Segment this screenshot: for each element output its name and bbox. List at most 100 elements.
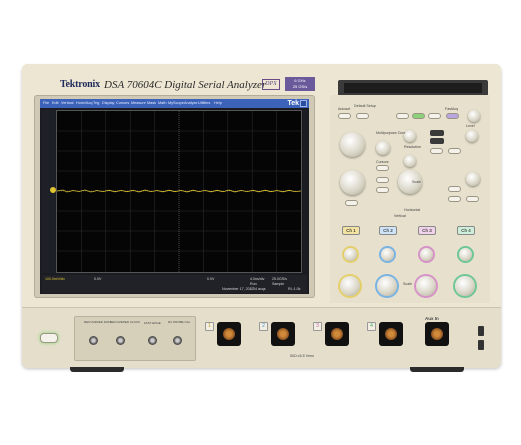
autoset-button[interactable]	[338, 113, 351, 119]
menu-measure[interactable]: Measure	[131, 99, 146, 108]
date-readout: November 17, 2017	[222, 287, 254, 291]
menu-utilities[interactable]: Utilities	[198, 99, 210, 108]
ch3-number: 3	[313, 322, 322, 331]
ch2-position-knob[interactable]	[381, 248, 394, 261]
brand-logo: Tektronix	[60, 79, 100, 90]
record-length-readout: RL:1.0k	[288, 287, 301, 291]
disc-drive-slot[interactable]	[344, 83, 482, 93]
ch1-scale-knob[interactable]	[340, 276, 360, 296]
ch3-position-knob[interactable]	[420, 248, 433, 261]
default-setup-button[interactable]	[356, 113, 369, 119]
resolution-knob[interactable]	[404, 155, 416, 167]
menu-myscope[interactable]: MyScope	[168, 99, 184, 108]
cursors-button[interactable]	[376, 165, 389, 171]
right-foot	[410, 367, 464, 372]
fast-edge-label: FAST EDGE	[144, 321, 161, 325]
menu-math[interactable]: Math	[158, 99, 166, 108]
ch2-button[interactable]: Ch 2	[379, 226, 397, 235]
spec-sample-rate: 25 GS/s	[292, 84, 308, 89]
menu-horiz-acq[interactable]: Horiz/Acq	[76, 99, 92, 108]
recovered-clock-connector[interactable]	[116, 336, 125, 345]
horizontal-label: Horizontal	[404, 208, 421, 212]
aux-in-label: Aux In	[425, 316, 439, 321]
trigger-edge-button[interactable]	[430, 148, 443, 154]
menu-edit[interactable]: Edit	[52, 99, 59, 108]
graticule[interactable]	[56, 110, 302, 273]
horizontal-resolution-label: Resolution	[404, 145, 421, 149]
trigger-level-readout[interactable]: 0.0V	[207, 277, 214, 281]
force-trig-button[interactable]	[448, 196, 461, 202]
multipurpose-label: Multipurpose Zoom	[376, 131, 407, 135]
menu-bar: File Edit Vertical Horiz/Acq Trig Displa…	[40, 99, 309, 108]
ch1-button[interactable]: Ch 1	[342, 226, 360, 235]
ch3-button[interactable]: Ch 3	[418, 226, 436, 235]
usb-port-2[interactable]	[478, 340, 484, 350]
input-warning-label: 50Ω ≤5.5 Vrms	[290, 354, 314, 358]
menu-mask[interactable]: Mask	[147, 99, 156, 108]
trigger-level-knob[interactable]	[466, 130, 478, 142]
tek-logo: Tek	[287, 100, 299, 107]
ch3-input-connector[interactable]	[325, 322, 349, 346]
ch1-scale-readout[interactable]: 100.0mV/div	[45, 277, 65, 281]
menu-vertical[interactable]: Vertical	[61, 99, 73, 108]
touch-screen-off-button[interactable]	[345, 200, 358, 206]
horizontal-scale-label: Scale	[412, 180, 421, 184]
ch2-input-connector[interactable]	[271, 322, 295, 346]
fast-edge-connector[interactable]	[148, 336, 157, 345]
ch2-scale-knob[interactable]	[377, 276, 397, 296]
recovered-data-label: RECOVERED DATA	[84, 320, 112, 324]
single-seq-button[interactable]	[448, 186, 461, 192]
waveform-svg	[57, 111, 301, 272]
menu-trig[interactable]: Trig	[93, 99, 99, 108]
multipurpose-b-knob[interactable]	[340, 170, 365, 195]
menu-analyze[interactable]: Analyze	[184, 99, 198, 108]
ch1-input-connector[interactable]	[217, 322, 241, 346]
run-stop-button[interactable]	[412, 113, 425, 119]
ch1-offset-readout: 0.0V	[94, 277, 102, 281]
ch4-position-knob[interactable]	[459, 248, 472, 261]
cursors-label: Cursors	[376, 160, 389, 164]
recovered-data-connector[interactable]	[89, 336, 98, 345]
ch1-position-knob[interactable]	[344, 248, 357, 261]
print-button[interactable]	[396, 113, 409, 119]
menu-file[interactable]: File	[43, 99, 49, 108]
horizontal-scale-readout[interactable]: 4.0ns/div	[250, 277, 264, 281]
trigger-mode-button[interactable]	[448, 148, 461, 154]
aux-in-connector[interactable]	[425, 322, 449, 346]
spec-badge: 6 GHz 25 GS/s	[285, 77, 315, 91]
menu-help[interactable]: Help	[214, 99, 222, 108]
left-foot	[70, 367, 124, 372]
ch4-button[interactable]: Ch 4	[457, 226, 475, 235]
vertical-scale-label: Scale	[403, 282, 412, 286]
ch1-number: 1	[205, 322, 214, 331]
ch4-input-connector[interactable]	[379, 322, 403, 346]
zoom-knob[interactable]	[376, 141, 390, 155]
trigger-holdoff-knob[interactable]	[466, 172, 480, 186]
ch4-scale-knob[interactable]	[455, 276, 475, 296]
status-bar: 100.0mV/div 0.0V 0.0V 4.0ns/div 25.0GS/s…	[42, 275, 307, 293]
single-button[interactable]	[428, 113, 441, 119]
trigger-level-label: Level	[466, 124, 475, 128]
power-button[interactable]	[40, 333, 58, 343]
search-button[interactable]	[376, 177, 389, 183]
trigger-button-a[interactable]	[430, 130, 444, 136]
menu-display[interactable]: Display	[102, 99, 114, 108]
menu-cursors[interactable]: Cursors	[116, 99, 129, 108]
trigger-button-b[interactable]	[430, 138, 444, 144]
model-name: DSA 70604C Digital Serial Analyzer	[104, 79, 267, 91]
acquire-button[interactable]	[466, 196, 479, 202]
dc-probe-cal-connector[interactable]	[173, 336, 182, 345]
horizontal-position-knob[interactable]	[404, 130, 416, 142]
fastacq-label: FastAcq	[445, 107, 459, 111]
intensity-knob[interactable]	[468, 110, 480, 122]
ch3-scale-knob[interactable]	[416, 276, 436, 296]
help-icon[interactable]	[300, 100, 307, 107]
run-state-readout: Run	[250, 282, 257, 286]
mark-button[interactable]	[376, 187, 389, 193]
ch4-number: 4	[367, 322, 376, 331]
usb-port[interactable]	[478, 326, 484, 336]
multipurpose-a-knob[interactable]	[340, 132, 365, 157]
fastacq-button[interactable]	[446, 113, 459, 119]
default-setup-label: Default Setup	[354, 104, 376, 108]
ch1-ground-marker[interactable]	[50, 187, 56, 193]
